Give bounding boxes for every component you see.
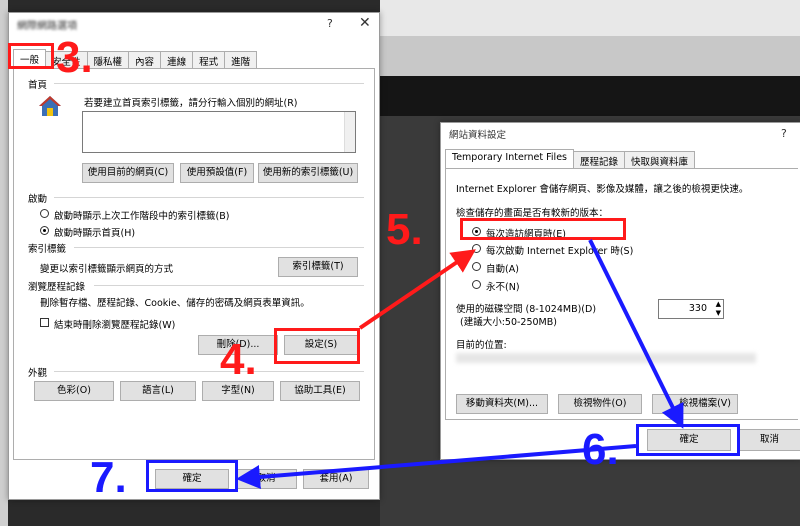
step-4-number: 4.: [220, 335, 257, 384]
arrow-step5-to-step6: [588, 239, 684, 429]
arrow-step6-to-step7: [236, 444, 637, 489]
annotation-arrows: [236, 239, 684, 489]
arrow-step4-to-step5: [358, 249, 476, 330]
step-5-number: 5.: [386, 205, 423, 254]
step-6-number: 6.: [582, 425, 619, 474]
step-3-number: 3.: [56, 33, 93, 82]
step-7-number: 7.: [90, 453, 127, 502]
